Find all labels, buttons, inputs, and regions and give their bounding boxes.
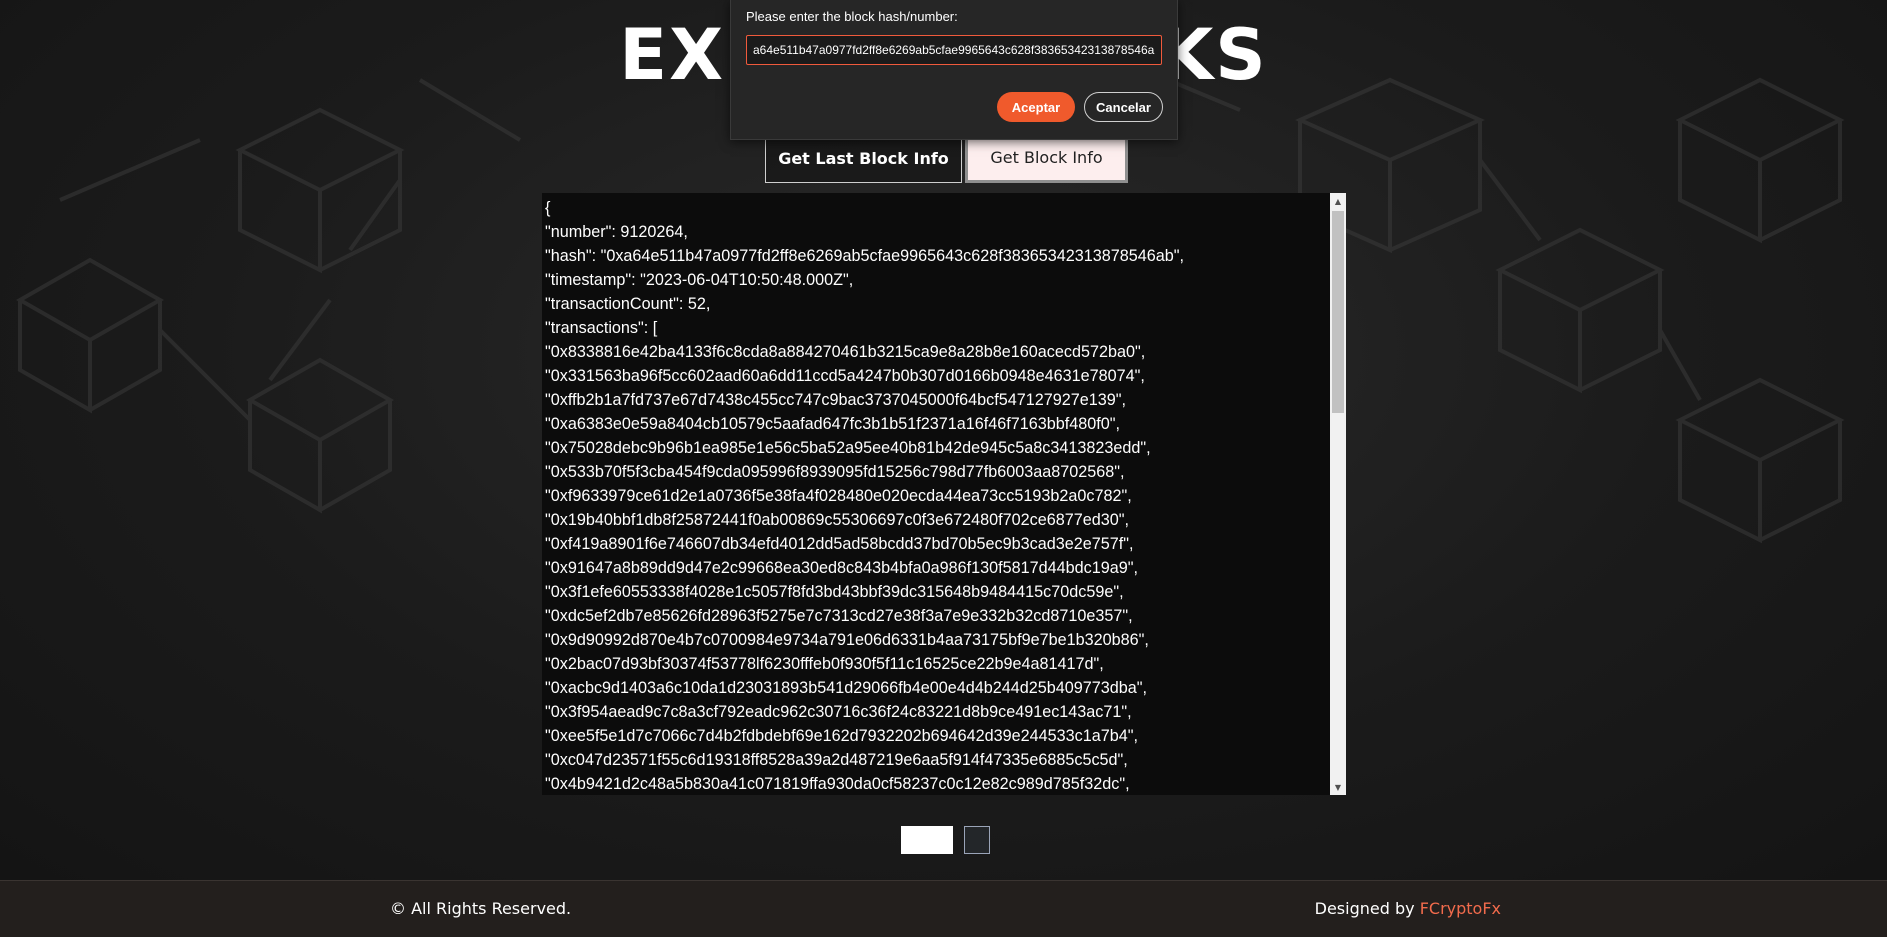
- block-json-text: { "number": 9120264, "hash": "0xa64e511b47…: [545, 196, 1327, 792]
- scroll-down-arrow-icon[interactable]: ▼: [1330, 779, 1346, 795]
- scroll-up-arrow-icon[interactable]: ▲: [1330, 193, 1346, 209]
- json-line: "transactions": [: [545, 319, 658, 337]
- json-line: "0xa6383e0e59a8404cb10579c5aafad647fc3b1…: [545, 415, 1120, 433]
- json-line: "0xacbc9d1403a6c10da1d23031893b541d29066…: [545, 679, 1148, 697]
- json-line: "0xdc5ef2db7e85626fd28963f5275e7c7313cd2…: [545, 607, 1133, 625]
- copyright-text: © All Rights Reserved.: [390, 899, 572, 918]
- scroll-thumb[interactable]: [1332, 211, 1344, 413]
- get-block-info-button[interactable]: Get Block Info: [965, 135, 1128, 183]
- footer: © All Rights Reserved. Designed by FCryp…: [0, 880, 1887, 937]
- json-line: "number": 9120264,: [545, 223, 688, 241]
- output-scrollbar[interactable]: ▲ ▼: [1330, 193, 1346, 795]
- author-link[interactable]: FCryptoFx: [1420, 899, 1501, 918]
- json-line: "timestamp": "2023-06-04T10:50:48.000Z",: [545, 271, 854, 289]
- json-line: "0xc047d23571f55c6d19318ff8528a39a2d4872…: [545, 751, 1128, 769]
- json-line: "hash": "0xa64e511b47a0977fd2ff8e6269ab5…: [545, 247, 1185, 265]
- json-line: "0x3f1efe60553338f4028e1c5057f8fd3bd43bb…: [545, 583, 1124, 601]
- json-line: "0x331563ba96f5cc602aad60a6dd11ccd5a4247…: [545, 367, 1145, 385]
- json-line: "0xf9633979ce61d2e1a0736f5e38fa4f028480e…: [545, 487, 1132, 505]
- json-line: "0x533b70f5f3cba454f9cda095996f8939095fd…: [545, 463, 1125, 481]
- accept-button[interactable]: Aceptar: [997, 92, 1075, 122]
- cancel-button[interactable]: Cancelar: [1084, 92, 1163, 122]
- json-line: "0x91647a8b89dd9d47e2c99668ea30ed8c843b4…: [545, 559, 1139, 577]
- page-button-1[interactable]: [901, 826, 953, 854]
- get-last-block-info-button[interactable]: Get Last Block Info: [765, 135, 962, 183]
- page-button-2[interactable]: [964, 826, 990, 854]
- json-line: "0x2bac07d93bf30374f53778lf6230fffeb0f93…: [545, 655, 1104, 673]
- json-line: "0x19b40bbf1db8f25872441f0ab00869c553066…: [545, 511, 1130, 529]
- page-title-left: EX: [619, 14, 726, 96]
- json-line: "0xee5f5e1d7c7066c7d4b2fdbdebf69e162d793…: [545, 727, 1139, 745]
- block-info-output[interactable]: { "number": 9120264, "hash": "0xa64e511b47…: [542, 193, 1346, 795]
- json-line: "0xf419a8901f6e746607db34efd4012dd5ad58b…: [545, 535, 1134, 553]
- block-hash-prompt-dialog: Please enter the block hash/number: Acep…: [730, 0, 1178, 140]
- json-line: "0x9d90992d870e4b7c0700984e9734a791e06d6…: [545, 631, 1149, 649]
- json-line: "transactionCount": 52,: [545, 295, 711, 313]
- block-hash-input[interactable]: [746, 35, 1162, 65]
- json-line: {: [545, 199, 551, 217]
- designed-by: Designed by FCryptoFx: [1315, 899, 1501, 918]
- json-line: "0x4b9421d2c48a5b830a41c071819ffa930da0c…: [545, 775, 1130, 792]
- json-line: "0x8338816e42ba4133f6c8cda8a884270461b32…: [545, 343, 1146, 361]
- dialog-message: Please enter the block hash/number:: [746, 9, 958, 24]
- json-line: "0x75028debc9b96b1ea985e1e56c5ba52a95ee4…: [545, 439, 1151, 457]
- designed-by-label: Designed by: [1314, 899, 1420, 918]
- json-line: "0x3f954aead9c7c8a3cf792eadc962c30716c36…: [545, 703, 1132, 721]
- json-line: "0xffb2b1a7fd737e67d7438c455cc747c9bac37…: [545, 391, 1126, 409]
